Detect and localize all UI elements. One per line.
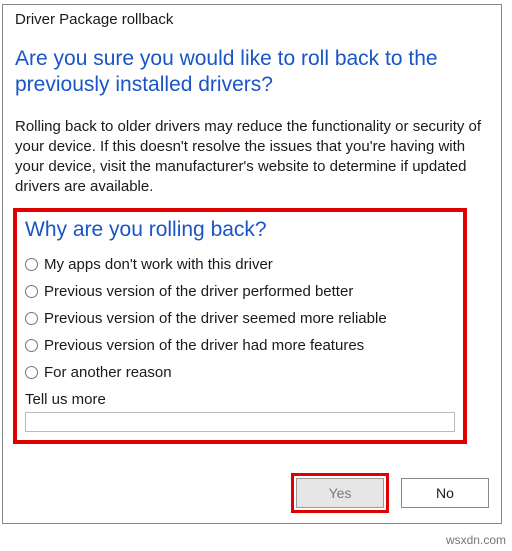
confirmation-question: Are you sure you would like to roll back…: [15, 46, 491, 99]
reason-radio[interactable]: [25, 339, 38, 352]
reason-option-apps-dont-work[interactable]: My apps don't work with this driver: [25, 256, 455, 273]
reason-option-label: For another reason: [44, 364, 172, 381]
reason-radio[interactable]: [25, 312, 38, 325]
tell-us-more-input[interactable]: [25, 412, 455, 432]
watermark-text: wsxdn.com: [446, 533, 506, 547]
reason-title: Why are you rolling back?: [25, 218, 455, 242]
reason-option-another-reason[interactable]: For another reason: [25, 364, 455, 381]
reason-option-label: Previous version of the driver had more …: [44, 337, 364, 354]
dialog-button-row: Yes No: [291, 473, 489, 513]
reason-option-label: Previous version of the driver seemed mo…: [44, 310, 387, 327]
no-button[interactable]: No: [401, 478, 489, 508]
yes-button-highlight: Yes: [291, 473, 389, 513]
reason-option-performed-better[interactable]: Previous version of the driver performed…: [25, 283, 455, 300]
reason-option-more-reliable[interactable]: Previous version of the driver seemed mo…: [25, 310, 455, 327]
reason-radio[interactable]: [25, 258, 38, 271]
reason-option-label: Previous version of the driver performed…: [44, 283, 353, 300]
driver-rollback-dialog: Driver Package rollback Are you sure you…: [2, 4, 502, 524]
dialog-title: Driver Package rollback: [15, 11, 491, 28]
yes-button[interactable]: Yes: [296, 478, 384, 508]
reason-radio[interactable]: [25, 366, 38, 379]
rollback-reason-section: Why are you rolling back? My apps don't …: [13, 208, 467, 444]
tell-us-more-label: Tell us more: [25, 391, 455, 408]
warning-text: Rolling back to older drivers may reduce…: [15, 117, 489, 198]
reason-option-label: My apps don't work with this driver: [44, 256, 273, 273]
reason-radio[interactable]: [25, 285, 38, 298]
reason-option-more-features[interactable]: Previous version of the driver had more …: [25, 337, 455, 354]
